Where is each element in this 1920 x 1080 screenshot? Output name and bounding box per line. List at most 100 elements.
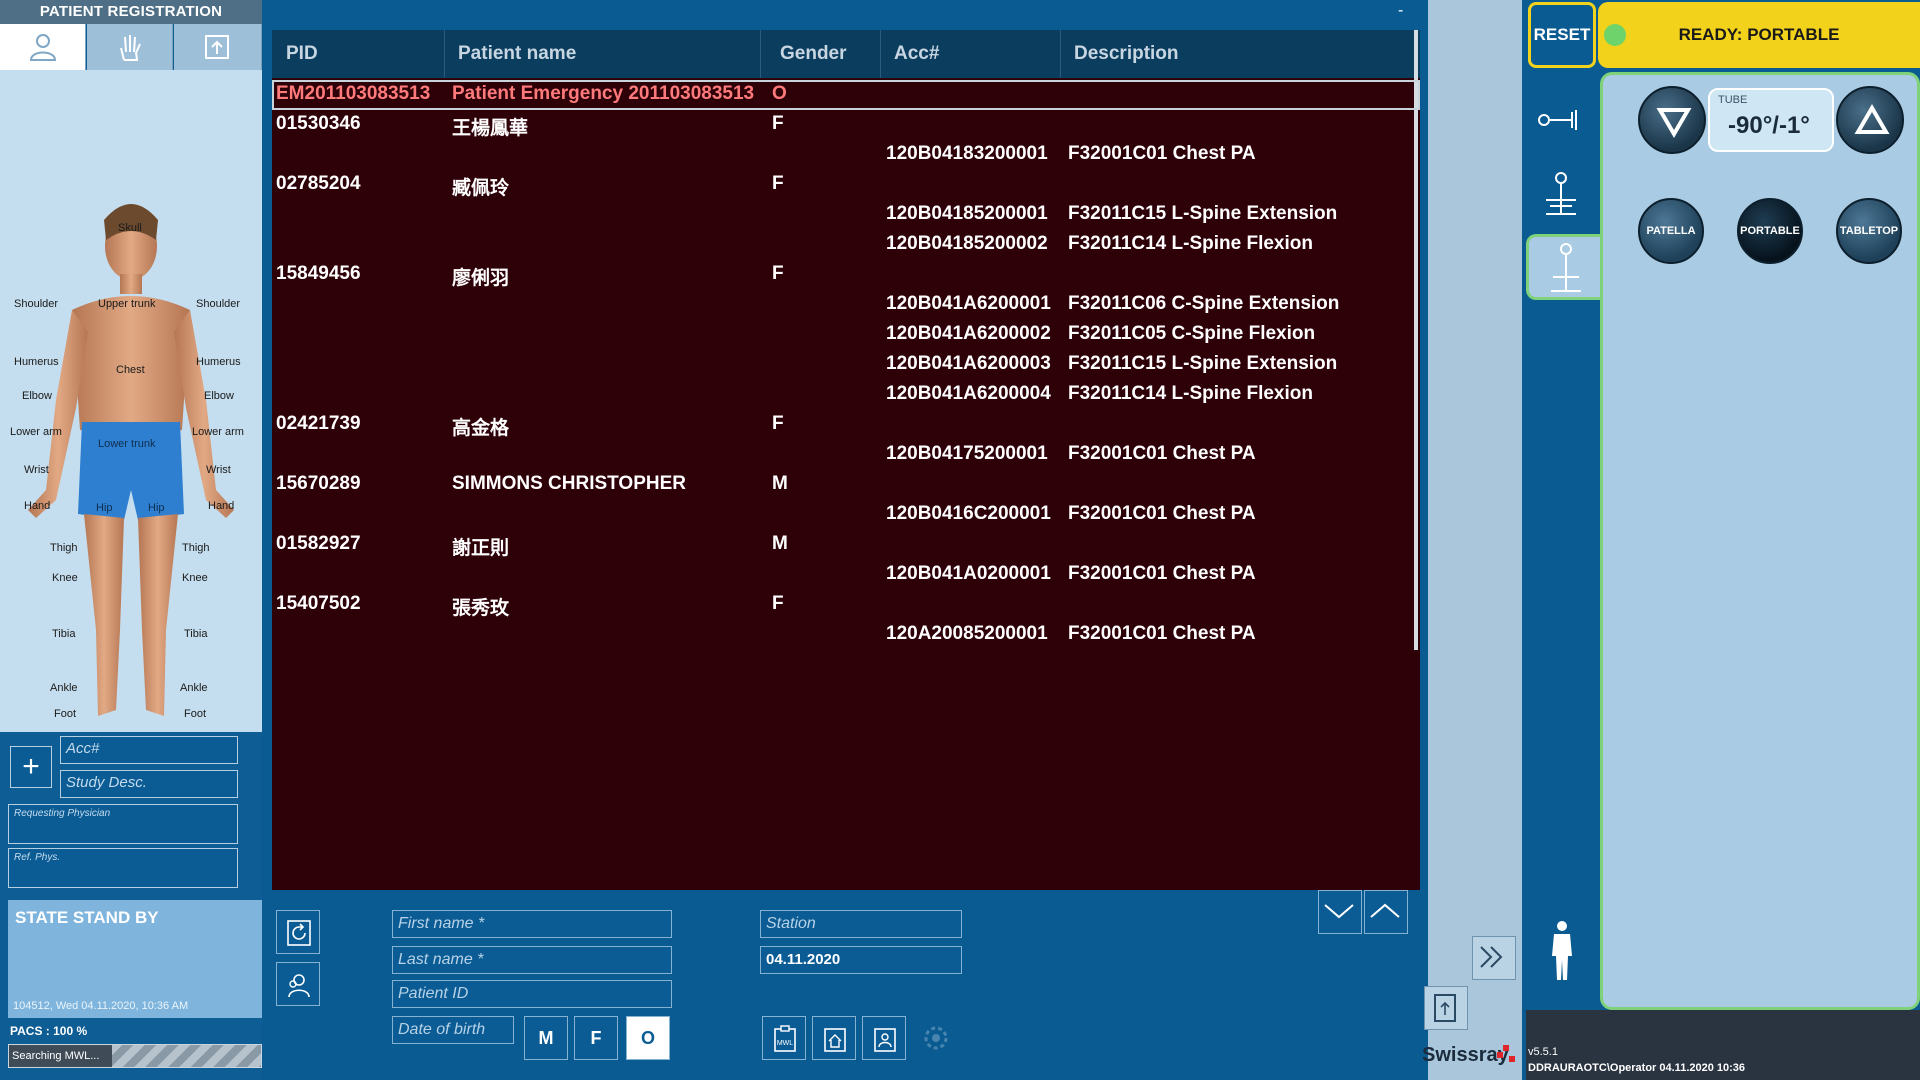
- table-row[interactable]: 120B0416C200001 F32001C01 Chest PA: [272, 500, 1420, 530]
- label-lower-arm-right[interactable]: Lower arm: [192, 426, 244, 438]
- table-row[interactable]: 120B04185200001 F32011C15 L-Spine Extensi…: [272, 200, 1420, 230]
- date-input[interactable]: 04.11.2020: [760, 946, 962, 974]
- tube-label: TUBE: [1718, 94, 1748, 106]
- table-row[interactable]: 01530346 王楊鳳華 F: [272, 110, 1420, 140]
- portable-tab[interactable]: [1526, 234, 1606, 300]
- document-icon: [1434, 994, 1456, 1022]
- patient-id-input[interactable]: Patient ID: [392, 980, 672, 1008]
- patient-clipboard-button[interactable]: [862, 1016, 906, 1060]
- table-row[interactable]: 120B04185200002 F32011C14 L-Spine Flexion: [272, 230, 1420, 260]
- label-hand-right[interactable]: Hand: [208, 500, 234, 512]
- label-knee-left[interactable]: Knee: [52, 572, 78, 584]
- table-row[interactable]: 120B041A6200001 F32011C06 C-Spine Extensi…: [272, 290, 1420, 320]
- label-wrist-left[interactable]: Wrist: [24, 464, 49, 476]
- label-lower-trunk[interactable]: Lower trunk: [98, 438, 155, 450]
- tab-hand[interactable]: [87, 24, 173, 70]
- table-row[interactable]: 120B041A6200004 F32011C14 L-Spine Flexion: [272, 380, 1420, 410]
- gender-f-button[interactable]: F: [574, 1016, 618, 1060]
- col-gender[interactable]: Gender: [780, 43, 847, 65]
- label-thigh-right[interactable]: Thigh: [182, 542, 210, 554]
- table-row[interactable]: 120B04175200001 F32001C01 Chest PA: [272, 440, 1420, 470]
- patient-position-button[interactable]: [1544, 920, 1580, 989]
- dob-input[interactable]: Date of birth: [392, 1016, 514, 1044]
- label-ankle-left[interactable]: Ankle: [50, 682, 78, 694]
- label-shoulder-right[interactable]: Shoulder: [196, 298, 240, 310]
- table-row[interactable]: 120A20085200001 F32001C01 Chest PA: [272, 620, 1420, 650]
- cell-patient-name: 謝正則: [452, 538, 510, 559]
- scroll-down-button[interactable]: [1318, 890, 1362, 934]
- tube-down-button[interactable]: [1638, 86, 1706, 154]
- table-row[interactable]: 01582927 謝正則 M: [272, 530, 1420, 560]
- table-row[interactable]: 15670289 SIMMONS CHRISTOPHER M: [272, 470, 1420, 500]
- first-name-input[interactable]: First name *: [392, 910, 672, 938]
- label-shoulder-left[interactable]: Shoulder: [14, 298, 58, 310]
- table-row[interactable]: 02785204 臧佩玲 F: [272, 170, 1420, 200]
- label-wrist-right[interactable]: Wrist: [206, 464, 231, 476]
- study-desc-input[interactable]: Study Desc.: [60, 770, 238, 798]
- mode-tabletop-button[interactable]: TABLETOP: [1836, 198, 1902, 264]
- label-tibia-right[interactable]: Tibia: [184, 628, 207, 640]
- mode-portable-button[interactable]: PORTABLE: [1737, 198, 1803, 264]
- last-name-input[interactable]: Last name *: [392, 946, 672, 974]
- gender-m-button[interactable]: M: [524, 1016, 568, 1060]
- label-hip-right[interactable]: Hip: [148, 502, 165, 514]
- mode-patella-button[interactable]: PATELLA: [1638, 198, 1704, 264]
- table-row[interactable]: 02421739 高金格 F: [272, 410, 1420, 440]
- gender-o-button[interactable]: O: [626, 1016, 670, 1060]
- tube-up-button[interactable]: [1836, 86, 1904, 154]
- label-humerus-right[interactable]: Humerus: [196, 356, 241, 368]
- station-input[interactable]: Station: [760, 910, 962, 938]
- add-study-button[interactable]: +: [10, 746, 52, 788]
- mwl-button[interactable]: MWL: [762, 1016, 806, 1060]
- col-pid[interactable]: PID: [286, 43, 318, 65]
- panel-title: PATIENT REGISTRATION: [0, 0, 262, 24]
- table-row[interactable]: 120B041A6200002 F32011C05 C-Spine Flexion: [272, 320, 1420, 350]
- label-skull[interactable]: Skull: [118, 222, 142, 234]
- table-row[interactable]: 15407502 張秀玫 F: [272, 590, 1420, 620]
- label-thigh-left[interactable]: Thigh: [50, 542, 78, 554]
- label-humerus-left[interactable]: Humerus: [14, 356, 59, 368]
- minimize-button[interactable]: -: [1398, 2, 1403, 20]
- label-knee-right[interactable]: Knee: [182, 572, 208, 584]
- tab-upload[interactable]: [174, 24, 262, 70]
- body-selector[interactable]: Skull Upper trunk Shoulder Shoulder Ches…: [0, 70, 262, 732]
- label-elbow-right[interactable]: Elbow: [204, 390, 234, 402]
- table-row[interactable]: 120B041A6200003 F32011C15 L-Spine Extensi…: [272, 350, 1420, 380]
- cell-acc: 120B0416C200001: [886, 503, 1051, 524]
- label-upper-trunk[interactable]: Upper trunk: [98, 298, 155, 310]
- cell-acc: 120B041A0200001: [886, 563, 1051, 584]
- label-elbow-left[interactable]: Elbow: [22, 390, 52, 402]
- col-description[interactable]: Description: [1074, 43, 1179, 65]
- label-hip-left[interactable]: Hip: [96, 502, 113, 514]
- label-chest[interactable]: Chest: [116, 364, 145, 376]
- label-tibia-left[interactable]: Tibia: [52, 628, 75, 640]
- cell-patient-name: 臧佩玲: [452, 178, 510, 199]
- expand-button[interactable]: [1472, 936, 1516, 980]
- refresh-icon: [287, 920, 311, 946]
- col-acc[interactable]: Acc#: [894, 43, 939, 65]
- scroll-up-button[interactable]: [1364, 890, 1408, 934]
- double-chevron-right-icon: [1480, 946, 1503, 968]
- label-foot-right[interactable]: Foot: [184, 708, 206, 720]
- refresh-button[interactable]: [276, 910, 320, 954]
- emergency-row[interactable]: EM201103083513 Patient Emergency 20110308…: [272, 80, 1420, 110]
- reset-button[interactable]: RESET: [1528, 2, 1596, 68]
- right-rail: [1428, 0, 1522, 1080]
- stand-button[interactable]: [1536, 170, 1586, 225]
- document-button[interactable]: [1424, 986, 1468, 1030]
- table-row[interactable]: 120B04183200001 F32001C01 Chest PA: [272, 140, 1420, 170]
- label-foot-left[interactable]: Foot: [54, 708, 76, 720]
- acc-input[interactable]: Acc#: [60, 736, 238, 764]
- table-row[interactable]: 15849456 廖俐羽 F: [272, 260, 1420, 290]
- label-ankle-right[interactable]: Ankle: [180, 682, 208, 694]
- label-lower-arm-left[interactable]: Lower arm: [10, 426, 62, 438]
- requesting-physician-field[interactable]: Requesting Physician: [8, 804, 238, 844]
- label-hand-left[interactable]: Hand: [24, 500, 50, 512]
- patient-search-button[interactable]: [276, 962, 320, 1006]
- table-row[interactable]: 120B041A0200001 F32001C01 Chest PA: [272, 560, 1420, 590]
- col-patient-name[interactable]: Patient name: [458, 43, 576, 65]
- tab-patient[interactable]: [0, 24, 86, 70]
- home-clipboard-button[interactable]: [812, 1016, 856, 1060]
- tube-horizontal-button[interactable]: [1536, 100, 1586, 145]
- ref-phys-field[interactable]: Ref. Phys.: [8, 848, 238, 888]
